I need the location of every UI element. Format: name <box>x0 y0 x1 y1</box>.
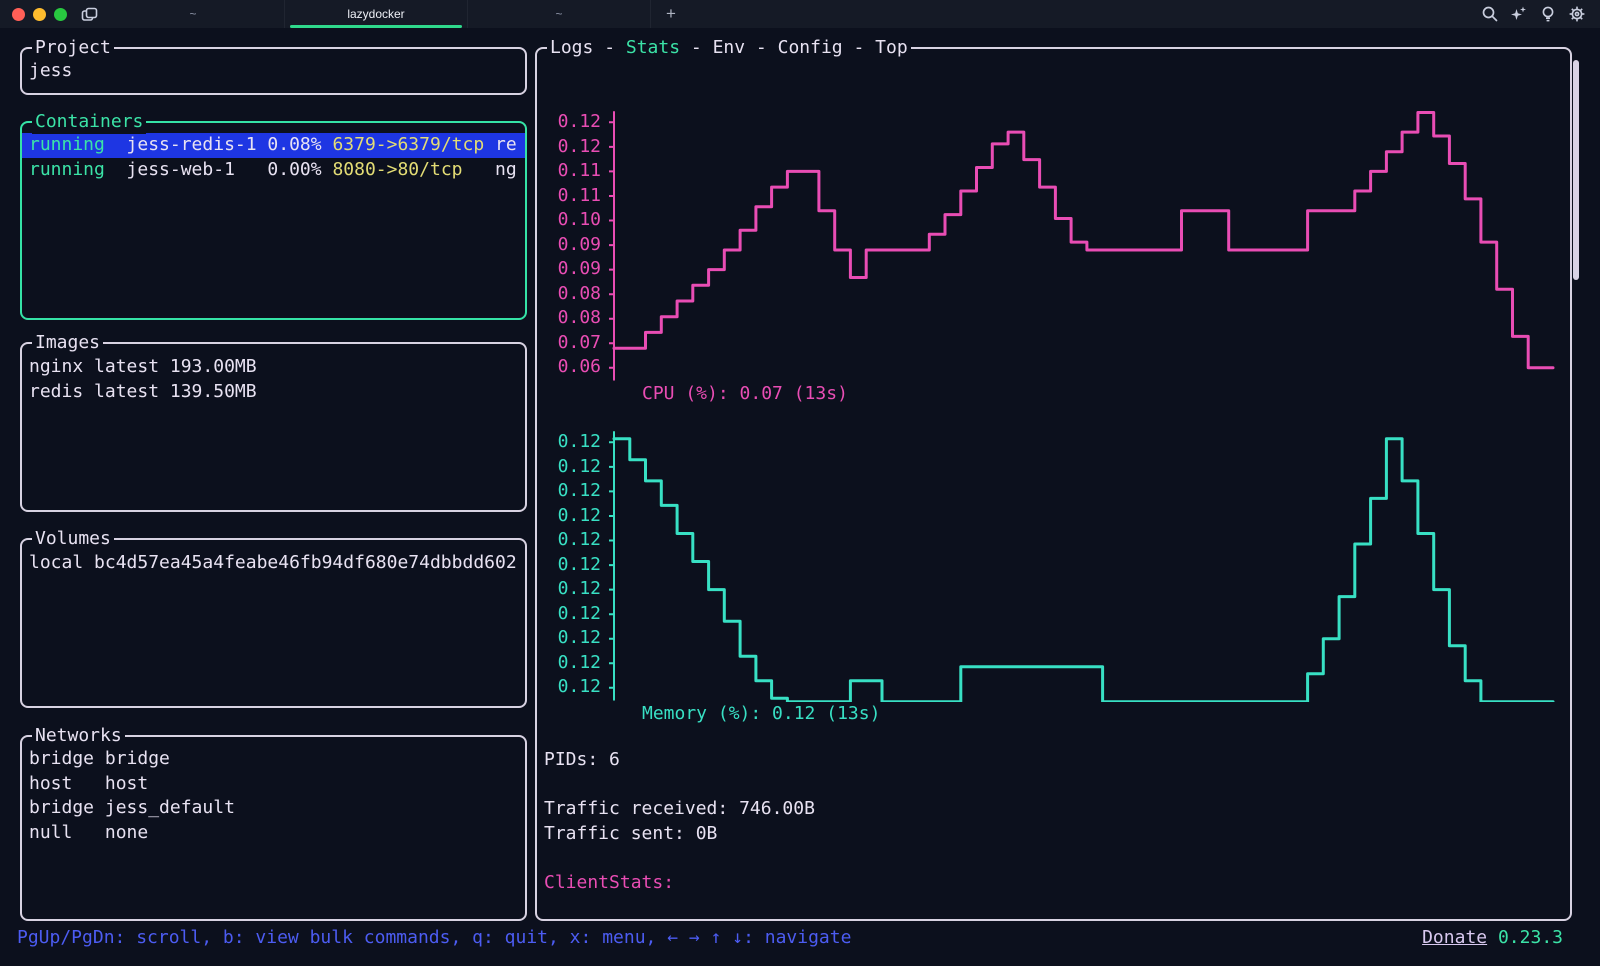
terminal-tab[interactable]: ~ <box>468 0 651 28</box>
cpu-chart-plot <box>609 110 1562 382</box>
stats-line: ClientStats: <box>544 871 815 896</box>
cpu-chart-label: CPU (%): 0.07 (13s) <box>642 382 1562 407</box>
stats-line <box>544 773 815 798</box>
y-axis-tick-label: 0.11 <box>547 184 601 209</box>
y-axis-tick-label: 0.10 <box>547 208 601 233</box>
memory-chart-label: Memory (%): 0.12 (13s) <box>642 702 1562 727</box>
y-axis-tick-label: 0.09 <box>547 257 601 282</box>
y-axis-tick-label: 0.12 <box>547 455 601 480</box>
container-stats-text: PIDs: 6 Traffic received: 746.00BTraffic… <box>544 748 815 895</box>
y-axis-tick-label: 0.07 <box>547 331 601 356</box>
main-tab-segment[interactable]: Logs <box>550 37 593 58</box>
panel-images[interactable]: Images nginx latest 193.00MBredis latest… <box>20 342 527 512</box>
memory-chart: 0.120.120.120.120.120.120.120.120.120.12… <box>547 430 1562 727</box>
lightbulb-icon[interactable] <box>1539 5 1557 23</box>
main-tab-segment[interactable]: Config <box>778 37 843 58</box>
y-axis-tick-label: 0.12 <box>547 135 601 160</box>
titlebar-actions <box>1481 5 1600 23</box>
terminal-tabs: ~lazydocker~ <box>102 0 651 28</box>
tab-overview-icon[interactable] <box>81 7 98 22</box>
minimize-window-icon[interactable] <box>33 8 46 21</box>
main-tab-segment[interactable]: Top <box>875 37 908 58</box>
donate-link[interactable]: Donate <box>1422 927 1487 948</box>
ai-sparkle-icon[interactable] <box>1510 5 1528 23</box>
panel-networks-title: Networks <box>32 724 125 748</box>
settings-gear-icon[interactable] <box>1568 5 1586 23</box>
panel-project[interactable]: Project jess <box>20 47 527 95</box>
panel-volumes[interactable]: Volumes local bc4d57ea45a4feabe46fb94df6… <box>20 538 527 708</box>
panel-containers[interactable]: Containers running jess-redis-1 0.08% 63… <box>20 121 527 320</box>
container-row[interactable]: running jess-web-1 0.00% 8080->80/tcp ng <box>29 158 522 183</box>
y-axis-tick-label: 0.12 <box>547 528 601 553</box>
network-row[interactable]: host host <box>29 772 522 797</box>
y-axis-tick-label: 0.06 <box>547 355 601 380</box>
new-tab-button[interactable]: + <box>651 4 691 24</box>
y-axis-tick-label: 0.08 <box>547 306 601 331</box>
scrollbar-thumb[interactable] <box>1573 60 1579 280</box>
y-axis-tick-label: 0.12 <box>547 110 601 135</box>
main-tab-segment[interactable]: - <box>680 37 713 58</box>
y-axis-tick-label: 0.11 <box>547 159 601 184</box>
y-axis-tick-label: 0.12 <box>547 577 601 602</box>
container-row[interactable]: running jess-redis-1 0.08% 6379->6379/tc… <box>22 133 525 158</box>
y-axis-tick-label: 0.09 <box>547 233 601 258</box>
stats-line: Traffic received: 746.00B <box>544 797 815 822</box>
statusbar-right: Donate 0.23.3 <box>1422 927 1563 948</box>
version-label: 0.23.3 <box>1498 927 1563 948</box>
statusbar: PgUp/PgDn: scroll, b: view bulk commands… <box>0 924 1600 950</box>
panel-main-stats[interactable]: Logs - Stats - Env - Config - Top 0.120.… <box>535 47 1572 921</box>
memory-chart-plot <box>609 430 1562 702</box>
y-axis-ticks: 0.120.120.110.110.100.090.090.080.080.07… <box>547 110 609 382</box>
titlebar: ~lazydocker~ + <box>0 0 1600 28</box>
keybindings-hint: PgUp/PgDn: scroll, b: view bulk commands… <box>17 927 851 948</box>
y-axis-tick-label: 0.12 <box>547 553 601 578</box>
terminal-tab[interactable]: ~ <box>102 0 285 28</box>
y-axis-tick-label: 0.12 <box>547 504 601 529</box>
y-axis-tick-label: 0.12 <box>547 479 601 504</box>
panel-volumes-title: Volumes <box>32 527 114 551</box>
cpu-chart: 0.120.120.110.110.100.090.090.080.080.07… <box>547 110 1562 407</box>
panel-project-title: Project <box>32 36 114 60</box>
y-axis-tick-label: 0.12 <box>547 430 601 455</box>
main-tab-segment[interactable]: - <box>843 37 876 58</box>
close-window-icon[interactable] <box>12 8 25 21</box>
terminal-tab[interactable]: lazydocker <box>285 0 468 28</box>
y-axis-ticks: 0.120.120.120.120.120.120.120.120.120.12… <box>547 430 609 702</box>
main-tab-segment[interactable]: Env <box>713 37 746 58</box>
network-row[interactable]: bridge jess_default <box>29 796 522 821</box>
network-row[interactable]: bridge bridge <box>29 747 522 772</box>
networks-list: bridge bridgehost hostbridge jess_defaul… <box>22 737 525 845</box>
panel-images-title: Images <box>32 331 103 355</box>
zoom-window-icon[interactable] <box>54 8 67 21</box>
volume-row[interactable]: local bc4d57ea45a4feabe46fb94df680e74dbb… <box>29 551 522 576</box>
main-panel-tabs: Logs - Stats - Env - Config - Top <box>547 36 911 60</box>
project-item[interactable]: jess <box>29 59 522 84</box>
y-axis-tick-label: 0.12 <box>547 602 601 627</box>
stats-line <box>544 846 815 871</box>
image-row[interactable]: nginx latest 193.00MB <box>29 355 522 380</box>
image-row[interactable]: redis latest 139.50MB <box>29 380 522 405</box>
main-tab-segment[interactable]: - <box>593 37 626 58</box>
panel-containers-title: Containers <box>32 110 146 134</box>
traffic-lights <box>0 8 67 21</box>
stats-line: PIDs: 6 <box>544 748 815 773</box>
y-axis-tick-label: 0.12 <box>547 626 601 651</box>
search-icon[interactable] <box>1481 5 1499 23</box>
main-tab-segment[interactable]: Stats <box>626 37 680 58</box>
stats-line: Traffic sent: 0B <box>544 822 815 847</box>
y-axis-tick-label: 0.12 <box>547 651 601 676</box>
panel-networks[interactable]: Networks bridge bridgehost hostbridge je… <box>20 735 527 921</box>
y-axis-tick-label: 0.12 <box>547 675 601 700</box>
y-axis-tick-label: 0.08 <box>547 282 601 307</box>
network-row[interactable]: null none <box>29 821 522 846</box>
main-tab-segment[interactable]: - <box>745 37 778 58</box>
